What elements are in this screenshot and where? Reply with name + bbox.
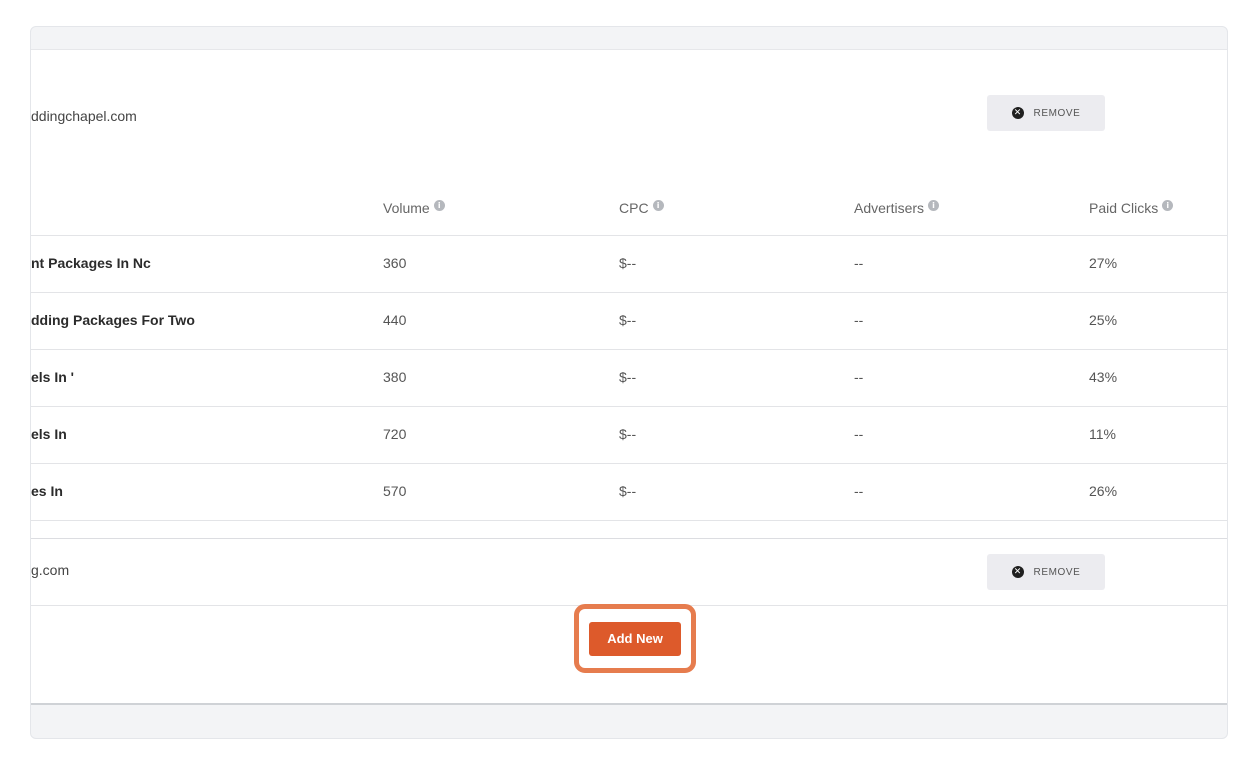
cpc-cell: $-- xyxy=(619,426,637,442)
paid-clicks-cell: 25% xyxy=(1089,312,1118,328)
advertisers-cell: -- xyxy=(854,312,864,328)
competitors-panel: ddingchapel.com ✕ REMOVE Volume i CPC i … xyxy=(30,26,1228,739)
table-row: nt Packages In Nc 360 $-- -- 27% xyxy=(31,236,1227,293)
table-row: els In 720 $-- -- 11% xyxy=(31,407,1227,464)
remove-label: REMOVE xyxy=(1033,107,1081,119)
column-header-volume: Volume i xyxy=(383,199,445,216)
close-circle-icon: ✕ xyxy=(1011,107,1024,119)
remove-button[interactable]: ✕ REMOVE xyxy=(987,95,1105,131)
volume-cell: 720 xyxy=(383,426,407,442)
info-icon[interactable]: i xyxy=(928,199,940,211)
advertisers-cell: -- xyxy=(854,483,864,499)
paid-clicks-cell: 43% xyxy=(1089,369,1118,385)
column-header-paid-clicks: Paid Clicks i xyxy=(1089,199,1174,216)
competitor-domain: ddingchapel.com xyxy=(31,108,137,124)
cpc-cell: $-- xyxy=(619,312,637,328)
keyword-cell: els In xyxy=(31,426,67,442)
table-row: els In ' 380 $-- -- 43% xyxy=(31,350,1227,407)
cpc-cell: $-- xyxy=(619,255,637,271)
volume-cell: 360 xyxy=(383,255,407,271)
advertisers-cell: -- xyxy=(854,369,864,385)
add-new-button[interactable]: Add New xyxy=(589,621,681,656)
advertisers-cell: -- xyxy=(854,255,864,271)
cpc-cell: $-- xyxy=(619,483,637,499)
info-icon[interactable]: i xyxy=(652,199,664,211)
keyword-cell: nt Packages In Nc xyxy=(31,255,151,271)
keyword-cell: els In ' xyxy=(31,369,75,385)
paid-clicks-cell: 26% xyxy=(1089,483,1118,499)
table-row: dding Packages For Two 440 $-- -- 25% xyxy=(31,293,1227,350)
info-icon[interactable]: i xyxy=(433,199,445,211)
volume-cell: 570 xyxy=(383,483,407,499)
advertisers-cell: -- xyxy=(854,426,864,442)
cpc-cell: $-- xyxy=(619,369,637,385)
paid-clicks-cell: 27% xyxy=(1089,255,1118,271)
competitor-row: ddingchapel.com ✕ REMOVE xyxy=(31,95,1227,135)
column-header-cpc: CPC i xyxy=(619,199,664,216)
remove-label: REMOVE xyxy=(1033,566,1081,578)
add-new-highlight: Add New xyxy=(574,604,696,673)
remove-button[interactable]: ✕ REMOVE xyxy=(987,554,1105,590)
volume-cell: 440 xyxy=(383,312,407,328)
close-circle-icon: ✕ xyxy=(1011,566,1024,578)
competitor-row: g.com ✕ REMOVE xyxy=(31,538,1227,606)
keyword-cell: dding Packages For Two xyxy=(31,312,195,328)
keyword-cell: es In xyxy=(31,483,63,499)
column-header-advertisers: Advertisers i xyxy=(854,199,940,216)
volume-cell: 380 xyxy=(383,369,407,385)
table-row: es In 570 $-- -- 26% xyxy=(31,464,1227,521)
competitor-domain: g.com xyxy=(31,562,70,578)
paid-clicks-cell: 11% xyxy=(1089,426,1116,442)
info-icon[interactable]: i xyxy=(1162,199,1174,211)
